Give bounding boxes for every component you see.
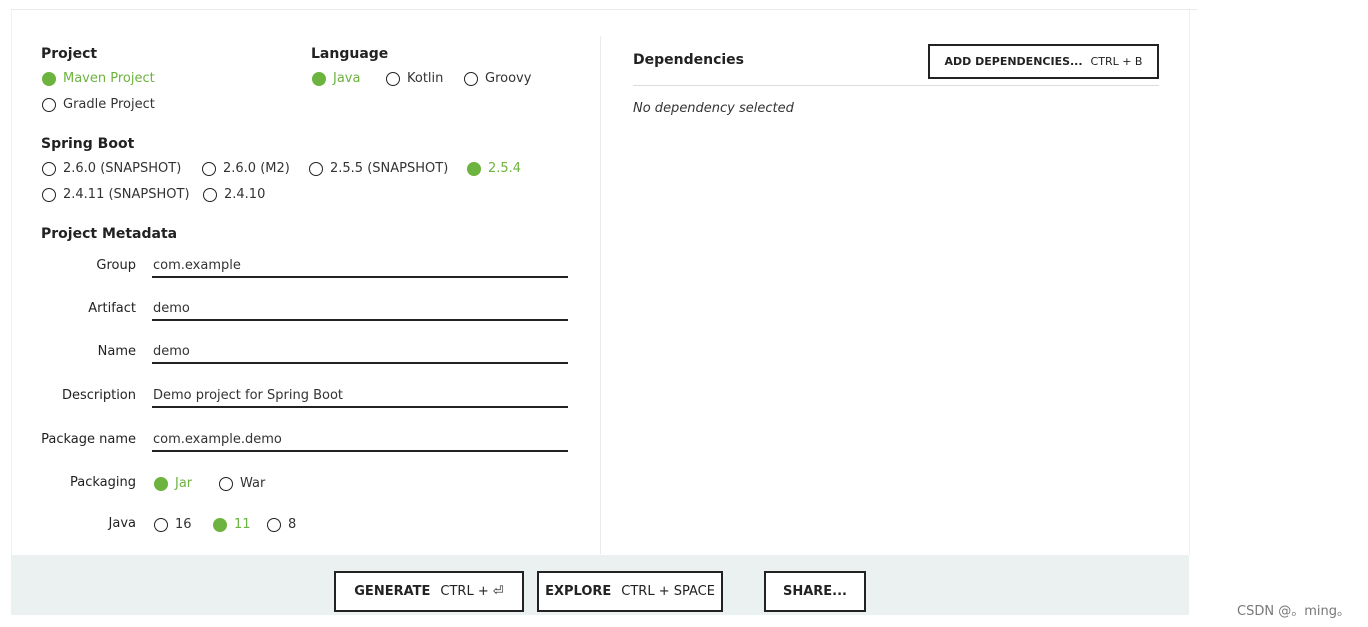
generate-button[interactable]: GENERATE CTRL + ⏎ <box>334 571 524 612</box>
radio-boot-2-5-4[interactable]: 2.5.4 <box>467 161 521 176</box>
radio-indicator <box>42 71 56 86</box>
explore-label: EXPLORE <box>545 584 612 599</box>
spring-initializr-page: Project Maven Project Gradle Project Lan… <box>0 0 1368 627</box>
project-title: Project <box>41 46 98 62</box>
no-dependency-text: No dependency selected <box>633 101 794 116</box>
radio-label: 2.4.10 <box>224 187 266 202</box>
radio-label: War <box>240 476 266 491</box>
radio-boot-2-5-5-snapshot[interactable]: 2.5.5 (SNAPSHOT) <box>309 161 448 176</box>
group-label: Group <box>96 258 136 273</box>
radio-indicator <box>42 187 56 202</box>
radio-groovy[interactable]: Groovy <box>464 71 531 86</box>
radio-indicator <box>203 187 217 202</box>
explore-shortcut: CTRL + SPACE <box>621 584 715 599</box>
radio-indicator <box>42 161 56 176</box>
radio-label: Jar <box>175 476 193 491</box>
description-label: Description <box>61 388 136 403</box>
generate-shortcut: CTRL + ⏎ <box>440 584 504 599</box>
radio-label: 16 <box>175 517 192 532</box>
package-name-input[interactable] <box>152 428 568 452</box>
radio-indicator <box>267 517 281 532</box>
name-input[interactable] <box>152 340 568 364</box>
radio-java-16[interactable]: 16 <box>154 517 192 532</box>
radio-label: 2.6.0 (SNAPSHOT) <box>63 161 182 176</box>
explore-button[interactable]: EXPLORE CTRL + SPACE <box>537 571 723 612</box>
radio-label: Kotlin <box>407 71 444 86</box>
artifact-input[interactable] <box>152 297 568 321</box>
language-title: Language <box>311 46 389 62</box>
add-dependencies-button[interactable]: ADD DEPENDENCIES... CTRL + B <box>928 44 1159 79</box>
radio-indicator <box>464 71 478 86</box>
share-label: SHARE... <box>782 584 847 599</box>
radio-indicator <box>202 161 216 176</box>
radio-label: Maven Project <box>63 71 155 86</box>
add-dependencies-label: ADD DEPENDENCIES... <box>944 55 1083 68</box>
radio-java[interactable]: Java <box>312 71 360 86</box>
group-input[interactable] <box>152 254 568 278</box>
radio-label: Java <box>333 71 361 86</box>
spring-boot-title: Spring Boot <box>41 136 135 152</box>
add-dependencies-shortcut: CTRL + B <box>1090 55 1143 68</box>
generate-label: GENERATE <box>354 584 431 599</box>
radio-java-8[interactable]: 8 <box>267 517 296 532</box>
radio-kotlin[interactable]: Kotlin <box>386 71 443 86</box>
radio-indicator <box>213 517 227 532</box>
radio-indicator <box>154 517 168 532</box>
artifact-label: Artifact <box>88 301 136 316</box>
right-border <box>1189 10 1190 555</box>
radio-boot-2-6-0-snapshot[interactable]: 2.6.0 (SNAPSHOT) <box>42 161 181 176</box>
radio-label: 11 <box>234 517 251 532</box>
radio-label: Groovy <box>485 71 532 86</box>
radio-jar[interactable]: Jar <box>154 476 192 491</box>
radio-indicator <box>312 71 326 86</box>
radio-gradle-project[interactable]: Gradle Project <box>42 97 155 112</box>
radio-label: 2.6.0 (M2) <box>223 161 290 176</box>
radio-boot-2-6-0-m2[interactable]: 2.6.0 (M2) <box>202 161 290 176</box>
radio-label: 2.4.11 (SNAPSHOT) <box>63 187 190 202</box>
name-label: Name <box>97 344 136 359</box>
packaging-label: Packaging <box>70 475 136 490</box>
radio-indicator <box>219 476 233 491</box>
top-border <box>11 9 1197 10</box>
java-version-label: Java <box>108 516 136 531</box>
radio-indicator <box>309 161 323 176</box>
radio-war[interactable]: War <box>219 476 265 491</box>
radio-boot-2-4-10[interactable]: 2.4.10 <box>203 187 265 202</box>
watermark-text: CSDN @。ming。 <box>1237 604 1350 619</box>
radio-label: 8 <box>288 517 297 532</box>
radio-indicator <box>467 161 481 176</box>
footer-bar: GENERATE CTRL + ⏎ EXPLORE CTRL + SPACE S… <box>11 555 1189 615</box>
radio-maven-project[interactable]: Maven Project <box>42 71 155 86</box>
share-button[interactable]: SHARE... <box>764 571 866 612</box>
radio-boot-2-4-11-snapshot[interactable]: 2.4.11 (SNAPSHOT) <box>42 187 190 202</box>
radio-label: 2.5.4 <box>488 161 522 176</box>
radio-indicator <box>42 97 56 112</box>
radio-label: Gradle Project <box>63 97 155 112</box>
dependencies-divider <box>633 85 1159 86</box>
description-input[interactable] <box>152 384 568 408</box>
dependencies-title: Dependencies <box>633 52 745 68</box>
project-metadata-title: Project Metadata <box>41 226 178 242</box>
column-divider <box>600 36 601 554</box>
package-name-label: Package name <box>41 432 136 447</box>
radio-indicator <box>386 71 400 86</box>
radio-label: 2.5.5 (SNAPSHOT) <box>330 161 449 176</box>
radio-indicator <box>154 476 168 491</box>
radio-java-11[interactable]: 11 <box>213 517 251 532</box>
